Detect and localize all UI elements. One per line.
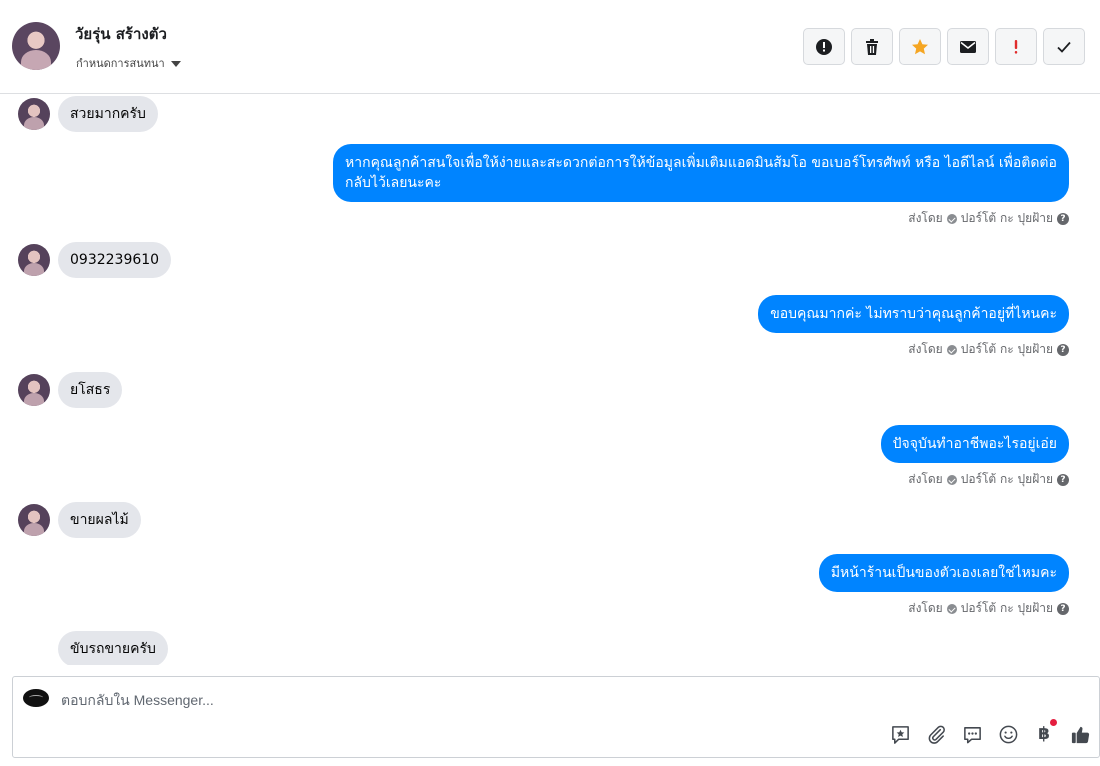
help-icon[interactable]: ? bbox=[1057, 473, 1069, 486]
conversation-toolbar bbox=[803, 28, 1085, 65]
caret-down-icon bbox=[170, 60, 181, 67]
conversation-header: วัยรุ่น สร้างตัว กำหนดการสนทนา bbox=[0, 0, 1100, 94]
alert-icon bbox=[816, 38, 832, 55]
contact-name[interactable]: วัยรุ่น สร้างตัว bbox=[75, 22, 167, 46]
help-icon[interactable]: ? bbox=[1057, 602, 1069, 615]
page-avatar bbox=[23, 689, 49, 707]
paperclip-icon bbox=[928, 725, 945, 744]
quick-reply-button[interactable] bbox=[961, 723, 983, 745]
trash-icon bbox=[866, 38, 878, 55]
incoming-message: ขายผลไม้ bbox=[18, 502, 141, 538]
outgoing-message: หากคุณลูกค้าสนใจเพื่อให้ง่ายและสะดวกต่อก… bbox=[333, 144, 1069, 228]
emoji-button[interactable] bbox=[997, 723, 1019, 745]
incoming-bubble[interactable]: สวยมากครับ bbox=[58, 96, 158, 132]
baht-icon: ฿ bbox=[1038, 724, 1050, 744]
star-chat-icon bbox=[891, 725, 909, 744]
sender-name: ปอร์โต้ กะ ปุยฝ้าย bbox=[960, 211, 1053, 225]
assign-conversation-label: กำหนดการสนทนา bbox=[76, 57, 165, 70]
help-icon[interactable]: ? bbox=[1057, 343, 1069, 356]
incoming-message: ขับรถขายครับ bbox=[58, 631, 168, 665]
incoming-message: สวยมากครับ bbox=[18, 96, 158, 132]
exclamation-icon bbox=[1014, 39, 1018, 54]
mark-done-button[interactable] bbox=[1043, 28, 1085, 65]
incoming-message: ยโสธร bbox=[18, 372, 123, 408]
sent-by-label: ส่งโดย bbox=[908, 472, 943, 486]
contact-avatar-small bbox=[18, 244, 50, 276]
incoming-bubble[interactable]: ขับรถขายครับ bbox=[58, 631, 168, 665]
payment-button[interactable]: ฿ bbox=[1033, 719, 1057, 745]
sender-name: ปอร์โต้ กะ ปุยฝ้าย bbox=[960, 472, 1053, 486]
mark-spam-button[interactable] bbox=[803, 28, 845, 65]
star-icon bbox=[912, 38, 928, 54]
reply-composer: ฿ bbox=[12, 676, 1100, 758]
outgoing-bubble[interactable]: มีหน้าร้านเป็นของตัวเองเลยใช่ไหมคะ bbox=[818, 554, 1069, 592]
notification-dot bbox=[1050, 719, 1057, 726]
sent-by-label: ส่งโดย bbox=[908, 211, 943, 225]
follow-up-button[interactable] bbox=[995, 28, 1037, 65]
help-icon[interactable]: ? bbox=[1057, 212, 1069, 225]
sent-by-meta: ส่งโดย ปอร์โต้ กะ ปุยฝ้าย ? bbox=[908, 340, 1069, 359]
sender-name: ปอร์โต้ กะ ปุยฝ้าย bbox=[960, 342, 1053, 356]
check-icon bbox=[1057, 41, 1071, 53]
thumbs-up-icon bbox=[1071, 726, 1089, 743]
attach-file-button[interactable] bbox=[925, 723, 947, 745]
like-button[interactable] bbox=[1069, 723, 1091, 745]
sent-by-label: ส่งโดย bbox=[908, 342, 943, 356]
star-button[interactable] bbox=[899, 28, 941, 65]
sent-by-meta: ส่งโดย ปอร์โต้ กะ ปุยฝ้าย ? bbox=[908, 599, 1069, 618]
incoming-bubble[interactable]: 0932239610 bbox=[58, 242, 172, 278]
contact-avatar[interactable] bbox=[12, 22, 60, 70]
incoming-bubble[interactable]: ยโสธร bbox=[58, 372, 123, 408]
reply-input[interactable] bbox=[61, 689, 861, 711]
sent-by-meta: ส่งโดย ปอร์โต้ กะ ปุยฝ้าย ? bbox=[908, 209, 1069, 228]
outgoing-message: ขอบคุณมากค่ะ ไม่ทราบว่าคุณลูกค้าอยู่ที่ไ… bbox=[758, 295, 1069, 359]
smiley-icon bbox=[999, 725, 1017, 743]
incoming-bubble[interactable]: ขายผลไม้ bbox=[58, 502, 141, 538]
sent-by-meta: ส่งโดย ปอร์โต้ กะ ปุยฝ้าย ? bbox=[908, 470, 1069, 489]
verified-icon bbox=[946, 474, 957, 485]
composer-toolbar: ฿ bbox=[889, 719, 1091, 745]
contact-avatar-small bbox=[18, 374, 50, 406]
outgoing-bubble[interactable]: ปัจจุบันทำอาชีพอะไรอยู่เอ่ย bbox=[880, 425, 1069, 463]
chat-bubble-icon bbox=[963, 726, 981, 743]
contact-avatar-small bbox=[18, 504, 50, 536]
message-thread[interactable]: สวยมากครับ หากคุณลูกค้าสนใจเพื่อให้ง่ายแ… bbox=[0, 95, 1100, 665]
contact-avatar-small bbox=[18, 98, 50, 130]
mark-unread-button[interactable] bbox=[947, 28, 989, 65]
outgoing-bubble[interactable]: ขอบคุณมากค่ะ ไม่ทราบว่าคุณลูกค้าอยู่ที่ไ… bbox=[758, 295, 1069, 333]
assign-conversation-dropdown[interactable]: กำหนดการสนทนา bbox=[76, 54, 181, 72]
outgoing-bubble[interactable]: หากคุณลูกค้าสนใจเพื่อให้ง่ายและสะดวกต่อก… bbox=[333, 144, 1069, 202]
envelope-icon bbox=[960, 40, 976, 53]
outgoing-message: ปัจจุบันทำอาชีพอะไรอยู่เอ่ย ส่งโดย ปอร์โ… bbox=[880, 425, 1069, 489]
incoming-message: 0932239610 bbox=[18, 242, 172, 278]
verified-icon bbox=[946, 603, 957, 614]
verified-icon bbox=[946, 213, 957, 224]
outgoing-message: มีหน้าร้านเป็นของตัวเองเลยใช่ไหมคะ ส่งโด… bbox=[818, 554, 1069, 618]
saved-reply-button[interactable] bbox=[889, 723, 911, 745]
sender-name: ปอร์โต้ กะ ปุยฝ้าย bbox=[960, 601, 1053, 615]
delete-button[interactable] bbox=[851, 28, 893, 65]
sent-by-label: ส่งโดย bbox=[908, 601, 943, 615]
verified-icon bbox=[946, 344, 957, 355]
